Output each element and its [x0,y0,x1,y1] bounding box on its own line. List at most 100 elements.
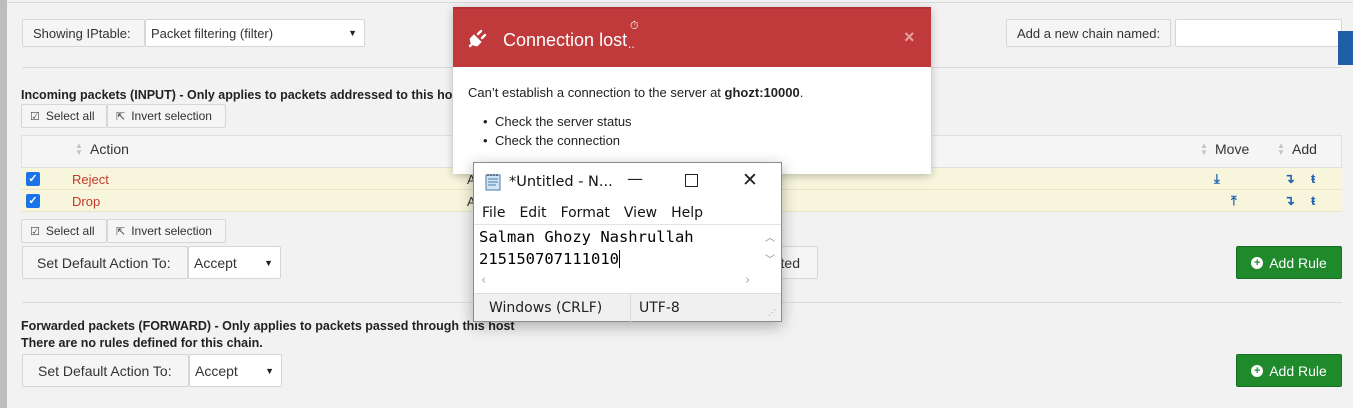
row-checkbox[interactable]: ✓ [26,172,40,186]
add-column-header[interactable]: ▲ ▼ Add [1276,141,1317,157]
invert-selection-button-bottom[interactable]: ⇱ Invert selection [107,219,226,243]
showing-iptable-text: Showing IPtable: [33,25,131,41]
row-action-link[interactable]: Drop [72,194,100,209]
move-down-icon[interactable]: ⤓ [1214,171,1220,187]
scroll-up-icon[interactable]: ︿ [765,229,775,244]
menu-edit[interactable]: Edit [519,205,546,221]
delete-selected-label: ted [780,254,800,271]
default-action-select-forward[interactable]: Accept ▼ [189,354,282,387]
plus-circle-icon: + [1251,256,1264,269]
iptable-select-value: Packet filtering (filter) [151,25,274,41]
add-rule-label: Add Rule [1269,254,1327,271]
chevron-down-icon: ▼ [348,28,357,38]
select-all-label: Select all [45,224,95,238]
select-all-button[interactable]: ☑ Select all [21,104,107,128]
row-checkbox[interactable]: ✓ [26,194,40,208]
scroll-right-icon[interactable]: › [745,273,750,288]
menu-format[interactable]: Format [561,205,610,221]
minimize-icon[interactable]: — [627,169,643,188]
status-encoding: UTF-8 [639,300,680,316]
close-window-icon[interactable]: ✕ [742,169,758,191]
select-all-button-bottom[interactable]: ☑ Select all [21,219,107,243]
resize-grip-icon[interactable]: ⋰ [768,308,776,317]
add-rule-button[interactable]: + Add Rule [1236,246,1342,279]
move-column-header[interactable]: ▲ ▼ Move [1199,141,1249,157]
add-after-icon[interactable]: ↴ [1284,171,1295,187]
notepad-window: *Untitled - N... — ✕ File Edit Format Vi… [473,162,782,322]
add-column-label: Add [1292,141,1317,157]
action-column-label: Action [90,141,129,157]
sort-icon: ▲ ▼ [75,141,83,157]
modal-title: Connection lost [503,30,628,50]
text-cursor [618,250,620,268]
modal-message-prefix: Can’t establish a connection to the serv… [468,85,725,100]
chevron-down-icon: ▼ [265,365,274,376]
modal-bullet-text: Check the connection [495,133,621,148]
move-column-label: Move [1215,141,1250,157]
select-all-label: Select all [45,109,95,123]
default-action-select[interactable]: Accept ▼ [188,246,281,279]
sort-icon: ▲ ▼ [1200,141,1208,157]
modal-bullet-1: • Check the server status [483,114,632,129]
top-divider [7,2,1353,3]
modal-message-suffix: . [799,85,804,100]
notepad-line-2-wrap: 215150707111010 [479,248,620,270]
clock-icon: ⏱ [630,20,639,32]
notepad-statusbar: Windows (CRLF) UTF-8 ⋰ [474,293,781,322]
add-chain-text: Add a new chain named: [1017,25,1161,41]
menu-help[interactable]: Help [671,205,703,221]
modal-message: Can’t establish a connection to the serv… [468,85,918,100]
set-default-action-text: Set Default Action To: [38,362,172,379]
left-rail [0,0,7,408]
set-default-action-label: Set Default Action To: [22,246,188,279]
add-after-icon[interactable]: ↴ [1284,193,1295,209]
menu-file[interactable]: File [482,205,505,221]
add-before-icon[interactable]: ŧ [1311,171,1315,186]
add-before-icon[interactable]: ŧ [1311,193,1315,208]
menu-view[interactable]: View [624,205,657,221]
default-action-value: Accept [195,362,238,379]
checkbox-icon: ☑ [30,225,40,238]
notepad-line-2: 215150707111010 [479,250,619,268]
status-divider [630,294,631,322]
invert-selection-button[interactable]: ⇱ Invert selection [107,104,226,128]
notepad-title: *Untitled - N... [509,174,613,190]
move-up-icon[interactable]: ⤒ [1231,193,1237,209]
iptable-select[interactable]: Packet filtering (filter) ▼ [145,19,365,47]
notepad-menubar: File Edit Format View Help [482,205,703,221]
set-default-action-label-forward: Set Default Action To: [22,354,189,387]
modal-bullet-text: Check the server status [495,114,632,129]
add-chain-input[interactable] [1175,19,1342,47]
add-rule-label: Add Rule [1269,362,1327,379]
input-section-title: Incoming packets (INPUT) - Only applies … [21,88,464,102]
connection-lost-modal: Connection lost .. ⏱ × Can’t establish a… [453,7,931,174]
scroll-left-icon[interactable]: ‹ [481,273,486,288]
close-icon[interactable]: × [904,27,915,48]
scroll-down-icon[interactable]: ﹀ [765,251,775,266]
modal-title-suffix: .. [628,37,635,51]
checkbox-icon: ☑ [30,110,40,123]
invert-selection-label: Invert selection [131,109,212,123]
modal-header: Connection lost .. ⏱ × [453,7,931,67]
row-action-link[interactable]: Reject [72,172,109,187]
sort-icon: ▲ ▼ [1277,141,1285,157]
chevron-down-icon: ▼ [264,257,273,268]
modal-bullet-2: • Check the connection [483,133,621,148]
action-column-header[interactable]: ▲ ▼ Action [74,141,129,157]
default-action-value: Accept [194,254,237,271]
maximize-icon[interactable] [685,174,698,187]
share-icon: ⇱ [116,110,126,123]
bullet-dot: • [483,114,488,129]
notepad-line-1: Salman Ghozy Nashrullah [479,228,694,246]
notepad-icon [483,172,503,192]
modal-server: ghozt:10000 [724,85,800,100]
share-icon: ⇱ [116,225,126,238]
right-edge-button[interactable] [1338,31,1353,65]
add-rule-button-forward[interactable]: + Add Rule [1236,354,1342,387]
bullet-dot: • [483,133,488,148]
status-eol: Windows (CRLF) [489,300,603,316]
notepad-editor[interactable]: Salman Ghozy Nashrullah 215150707111010 … [474,224,781,293]
invert-selection-label: Invert selection [131,224,212,238]
set-default-action-text: Set Default Action To: [37,254,171,271]
forward-empty-text: There are no rules defined for this chai… [21,336,263,350]
